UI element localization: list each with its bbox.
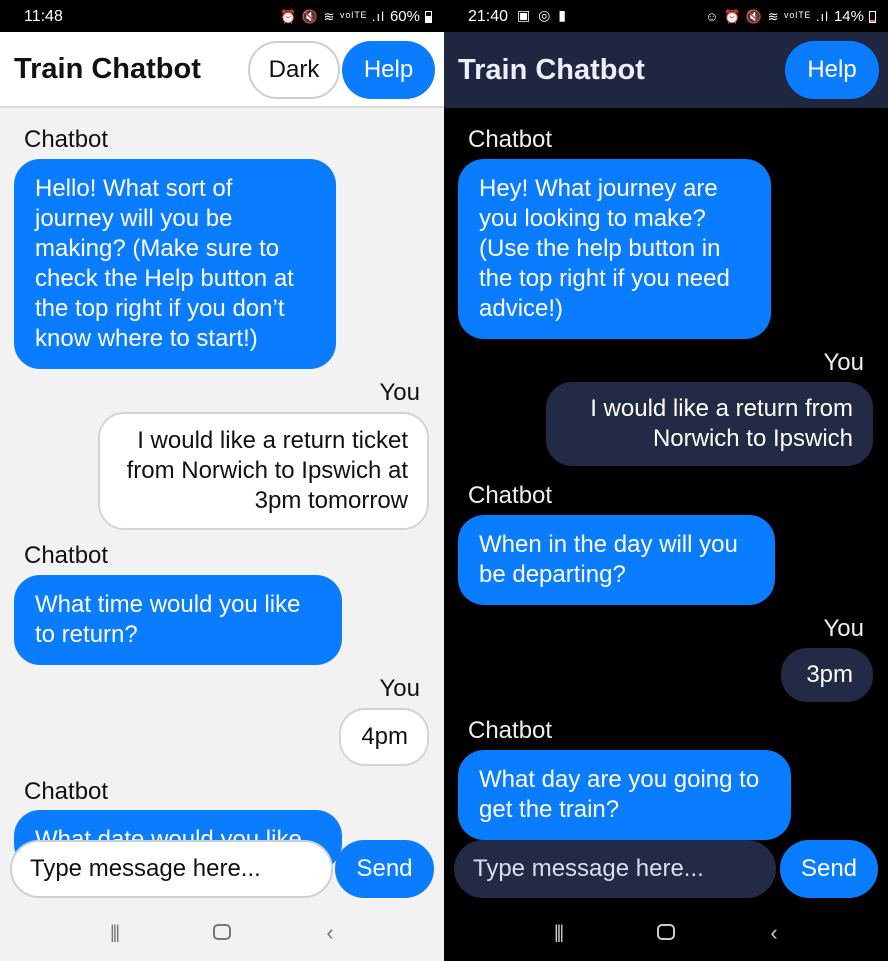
recents-icon[interactable]: ||| xyxy=(94,922,134,943)
home-icon xyxy=(657,923,675,940)
app-title: Train Chatbot xyxy=(14,52,201,85)
message-input[interactable] xyxy=(10,840,333,898)
home-icon xyxy=(213,923,231,940)
chatbot-message: What time would you like to return? xyxy=(14,575,342,665)
user-message: I would like a return ticket from Norwic… xyxy=(98,412,429,530)
system-nav-bar: ||| ‹ xyxy=(0,904,444,961)
chatbot-message: Hello! What sort of journey will you be … xyxy=(14,159,336,369)
sender-label: Chatbot xyxy=(24,126,109,153)
app-header: Train Chatbot Help xyxy=(444,32,888,108)
chatbot-message: What day are you going to get the train? xyxy=(458,750,791,840)
user-message: 3pm xyxy=(781,648,873,702)
status-icons: ⏰ 🔇 ≋ ᵛᵒˡᵀᴱ .ıl xyxy=(280,8,385,24)
message-input[interactable] xyxy=(454,840,776,898)
status-bar: 11:48 ⏰ 🔇 ≋ ᵛᵒˡᵀᴱ .ıl 60% xyxy=(0,0,444,32)
home-button[interactable] xyxy=(646,920,686,946)
battery-percent: 60% xyxy=(389,8,420,25)
status-time: 21:40 xyxy=(468,8,509,25)
help-button[interactable]: Help xyxy=(785,41,879,99)
sender-label: Chatbot xyxy=(24,542,109,569)
back-icon[interactable]: ‹ xyxy=(754,920,794,946)
sender-label: Chatbot xyxy=(468,126,553,153)
chat-log[interactable]: Chatbot Hello! What sort of journey will… xyxy=(0,108,444,904)
user-message: 4pm xyxy=(339,708,429,766)
recents-icon[interactable]: ||| xyxy=(538,922,578,943)
chatbot-message: When in the day will you be departing? xyxy=(458,515,775,605)
system-nav-bar: ||| ‹ xyxy=(444,904,888,961)
sender-label: You xyxy=(379,379,421,406)
user-message: I would like a return from Norwich to Ip… xyxy=(546,382,873,466)
sender-label: Chatbot xyxy=(24,778,109,805)
status-icons: ☺ ⏰ 🔇 ≋ ᵛᵒˡᵀᴱ .ıl xyxy=(705,8,829,24)
back-icon[interactable]: ‹ xyxy=(310,920,350,946)
sender-label: You xyxy=(823,615,865,642)
sender-label: Chatbot xyxy=(468,482,553,509)
battery-icon xyxy=(425,10,432,23)
chatbot-message: Hey! What journey are you looking to mak… xyxy=(458,159,771,339)
message-composer: Send xyxy=(0,838,444,904)
light-mode-screen: 11:48 ⏰ 🔇 ≋ ᵛᵒˡᵀᴱ .ıl 60% Train Chatbot … xyxy=(0,0,444,961)
home-button[interactable] xyxy=(202,920,242,946)
sender-label: You xyxy=(823,349,865,376)
notification-icons: ▣ ◎ ▮ xyxy=(517,7,568,23)
send-button[interactable]: Send xyxy=(780,840,878,898)
dark-mode-screen: 21:40 ▣ ◎ ▮ ☺ ⏰ 🔇 ≋ ᵛᵒˡᵀᴱ .ıl 14% Train … xyxy=(444,0,888,961)
dark-mode-button[interactable]: Dark xyxy=(248,41,340,99)
status-bar: 21:40 ▣ ◎ ▮ ☺ ⏰ 🔇 ≋ ᵛᵒˡᵀᴱ .ıl 14% xyxy=(444,0,888,32)
send-button[interactable]: Send xyxy=(335,840,434,898)
help-button[interactable]: Help xyxy=(342,41,435,99)
app-title: Train Chatbot xyxy=(458,53,645,86)
battery-icon xyxy=(869,10,876,23)
sender-label: You xyxy=(379,675,421,702)
message-composer: Send xyxy=(444,838,888,904)
sender-label: Chatbot xyxy=(468,717,553,744)
chat-log[interactable]: Chatbot Hey! What journey are you lookin… xyxy=(444,108,888,904)
app-header: Train Chatbot Dark Help xyxy=(0,32,444,108)
status-time: 11:48 xyxy=(24,8,63,25)
battery-percent: 14% xyxy=(833,8,864,25)
